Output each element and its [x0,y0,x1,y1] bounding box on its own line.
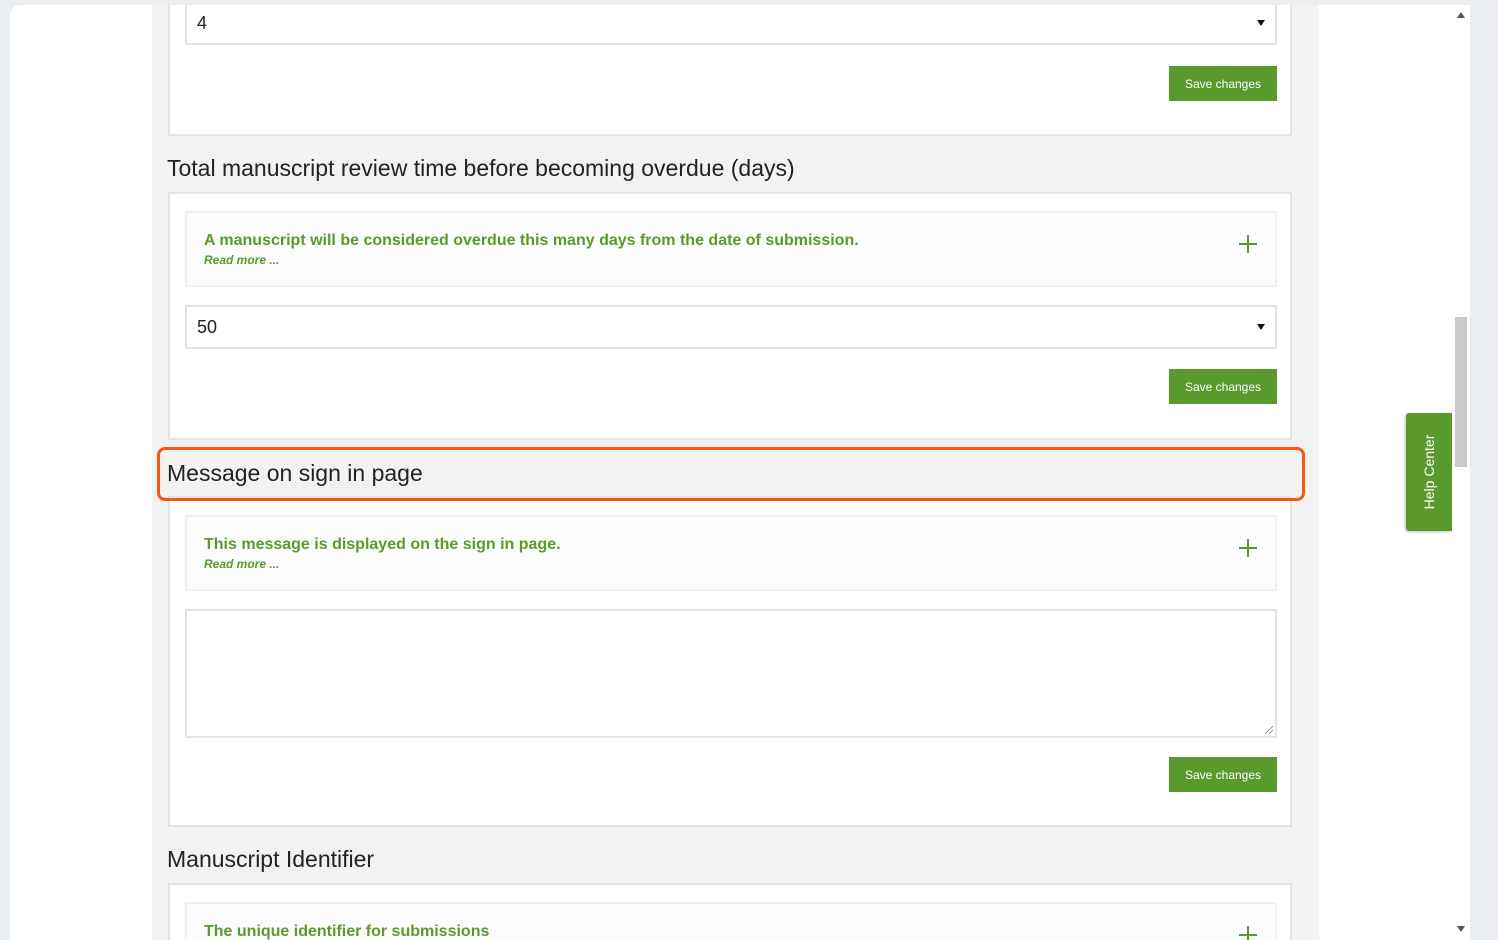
expand-plus-icon[interactable] [1239,926,1257,940]
highlight-annotation [157,447,1305,501]
info-description: This message is displayed on the sign in… [204,536,561,553]
resize-handle-icon[interactable] [1265,726,1273,734]
info-description: A manuscript will be considered overdue … [204,232,859,249]
dropdown-arrow-icon [1257,20,1265,26]
section-title-review-time: Total manuscript review time before beco… [167,155,795,181]
sign-in-message-textarea[interactable] [185,609,1277,738]
scroll-up-arrow-icon[interactable] [1457,12,1465,18]
expand-plus-icon[interactable] [1239,539,1257,557]
read-more-link[interactable]: Read more ... [204,557,279,571]
info-box-manuscript-identifier[interactable]: The unique identifier for submissions [185,902,1277,940]
scrollbar-thumb[interactable] [1455,317,1467,467]
top-select-value: 4 [197,13,208,33]
review-time-select[interactable]: 50 [185,305,1277,349]
read-more-link[interactable]: Read more ... [204,253,279,267]
vertical-scrollbar[interactable] [1452,5,1470,940]
expand-plus-icon[interactable] [1239,235,1257,253]
top-value-select[interactable]: 4 [185,5,1277,45]
info-description: The unique identifier for submissions [204,923,490,940]
help-center-label: Help Center [1421,434,1437,510]
save-changes-button[interactable]: Save changes [1169,757,1277,792]
browser-viewport: 4 Save changes Total manuscript review t… [10,5,1470,940]
review-time-select-value: 50 [197,317,218,337]
save-changes-button[interactable]: Save changes [1169,66,1277,101]
section-title-manuscript-identifier: Manuscript Identifier [167,846,375,872]
help-center-tab[interactable]: Help Center [1406,413,1452,531]
info-box-sign-in-message[interactable]: This message is displayed on the sign in… [185,515,1277,591]
info-box-review-time[interactable]: A manuscript will be considered overdue … [185,211,1277,287]
save-changes-button[interactable]: Save changes [1169,369,1277,404]
dropdown-arrow-icon [1257,324,1265,330]
scroll-down-arrow-icon[interactable] [1457,926,1465,932]
